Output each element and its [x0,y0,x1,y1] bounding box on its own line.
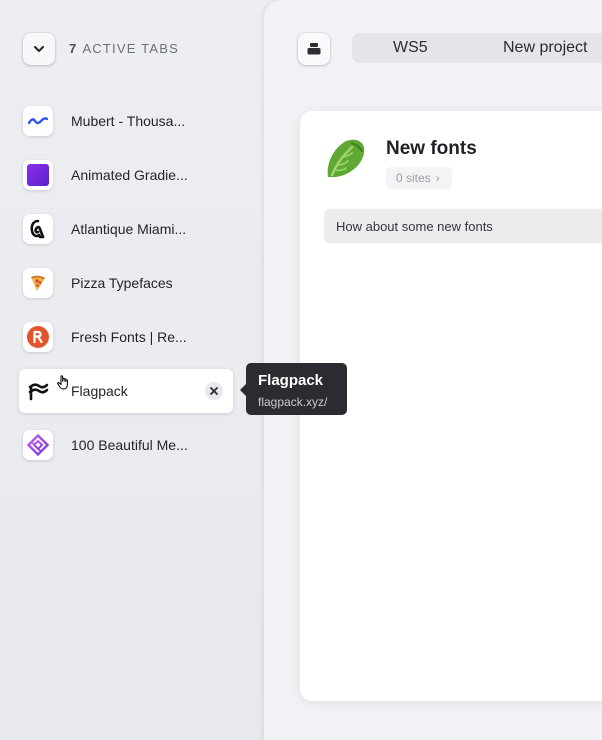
tab-item[interactable]: Animated Gradie... [19,153,233,197]
close-tab-button[interactable] [205,382,223,400]
active-tabs-label: ACTIVE TABS [82,41,179,56]
description-field[interactable]: How about some new fonts [324,209,602,243]
tab-title: Animated Gradie... [71,167,188,183]
flagpack-icon [23,376,53,406]
tab-title: 100 Beautiful Me... [71,437,188,453]
mubert-icon [23,106,53,136]
tab-item-active[interactable]: Flagpack [19,369,233,413]
tab-tooltip: Flagpack flagpack.xyz/ [240,363,347,415]
description-text: How about some new fonts [336,219,493,234]
tab-title: Atlantique Miami... [71,221,187,237]
diamond-logo-icon [23,430,53,460]
tab-title: Mubert - Thousa... [71,113,186,129]
tab-item[interactable]: Pizza Typefaces [19,261,233,305]
fresh-fonts-r-icon [23,322,53,352]
gradient-square-icon [23,160,53,190]
tab-title: Fresh Fonts | Re... [71,329,187,345]
tab-item[interactable]: 100 Beautiful Me... [19,423,233,467]
lettuce-icon [327,139,365,177]
collapse-tabs-button[interactable] [23,33,55,65]
chevron-right-icon: › [435,171,440,185]
sites-count-button[interactable]: 0 sites › [386,167,452,189]
tab-title: Flagpack [71,383,128,399]
active-tabs-count: 7 [69,41,78,56]
app-window: 7 ACTIVE TABS Mubert - Thousa... Animated… [0,0,602,740]
close-icon [210,387,218,395]
tab-item[interactable]: Fresh Fonts | Re... [19,315,233,359]
stack-icon [307,43,321,55]
stack-button[interactable] [298,33,330,65]
workspace-selector[interactable]: WS5 [393,39,428,57]
sidebar: 7 ACTIVE TABS Mubert - Thousa... Animated… [0,0,262,740]
tooltip-url: flagpack.xyz/ [258,395,328,409]
tab-item[interactable]: Mubert - Thousa... [19,99,233,143]
active-tabs-header: 7 ACTIVE TABS [69,41,179,56]
project-selector[interactable]: New project [503,39,587,57]
chevron-down-icon [33,45,45,53]
sites-count: 0 sites [396,171,431,185]
tab-item[interactable]: Atlantique Miami... [19,207,233,251]
card-title: New fonts [386,138,477,159]
tooltip-title: Flagpack [258,372,324,389]
pizza-slice-icon [23,268,53,298]
atlantique-logo-icon [23,214,53,244]
tab-list: Mubert - Thousa... Animated Gradie... At… [19,99,233,477]
workspace-bar: WS5 New project [352,33,602,63]
tab-title: Pizza Typefaces [71,275,173,291]
